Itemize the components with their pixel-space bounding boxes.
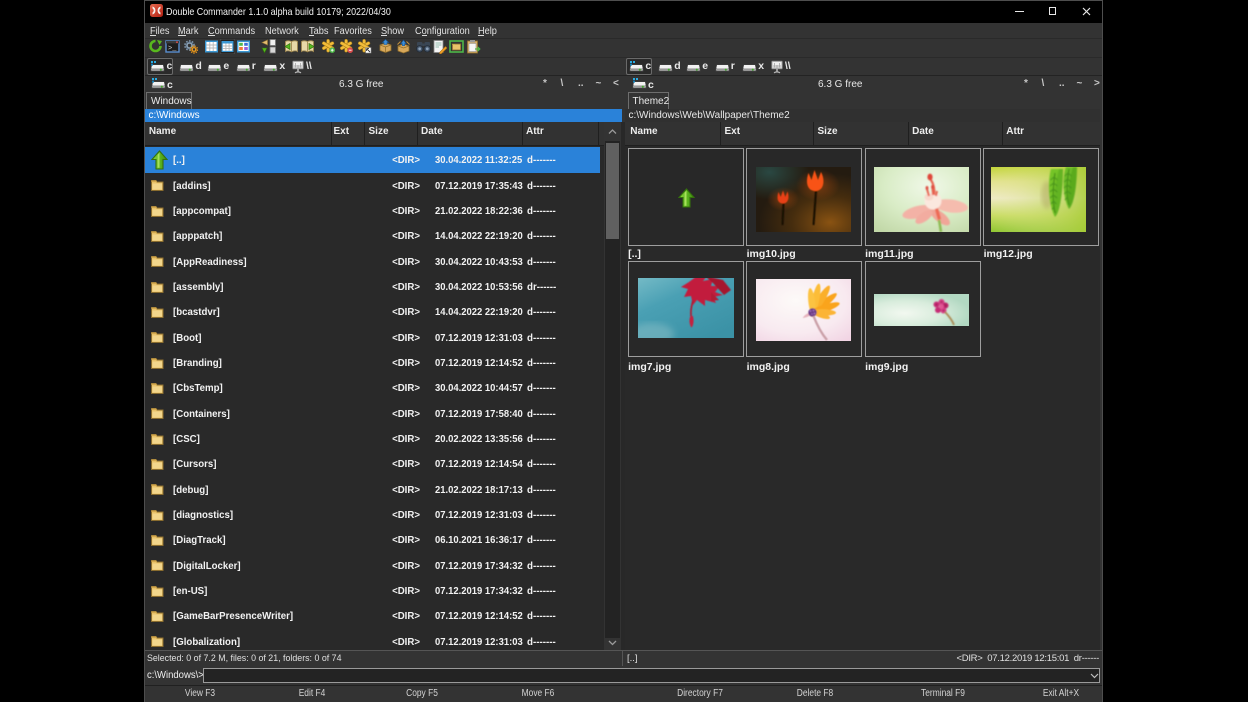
svg-text:>_: >_ — [168, 45, 177, 53]
